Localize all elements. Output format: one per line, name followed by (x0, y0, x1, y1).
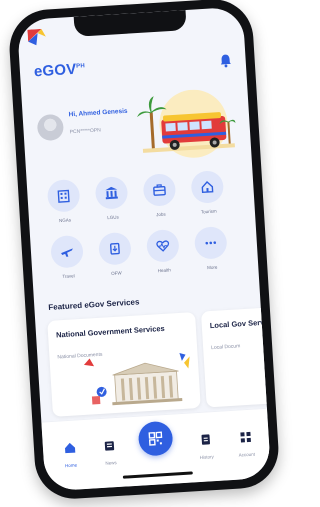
tab-news[interactable]: News (93, 437, 129, 466)
service-ngas[interactable]: NGAs (41, 178, 88, 224)
app-header: eGOVPH (33, 51, 232, 83)
city-hall-icon (94, 175, 129, 210)
home-icon (65, 442, 76, 454)
more-icon (193, 225, 228, 260)
service-label: Tourism (200, 208, 217, 215)
service-label: Jobs (156, 211, 166, 218)
tab-account[interactable]: Account (228, 429, 264, 458)
user-id-text: PCN*****OPN (69, 127, 101, 136)
building-icon (46, 178, 81, 213)
phone-frame: eGOVPH Hi, Ahmed Genesis PCN*****OPN NGA… (7, 0, 281, 501)
card-local-services[interactable]: Local Gov Services Local Docum (200, 306, 272, 408)
app-screen: eGOVPH Hi, Ahmed Genesis PCN*****OPN NGA… (16, 6, 272, 492)
service-label: NGAs (58, 217, 72, 224)
service-lgus[interactable]: LGUs (89, 175, 136, 222)
egov-logo: eGOVPH (33, 60, 86, 81)
service-label: Health (157, 267, 171, 274)
history-icon (201, 434, 210, 445)
card-subtitle: Local Docum (210, 343, 241, 352)
grid-icon (240, 431, 251, 443)
plane-icon (50, 234, 84, 269)
service-jobs[interactable]: Jobs (136, 173, 183, 219)
greeting-text: Hi, Ahmed Genesis (68, 107, 128, 119)
profile-section: Hi, Ahmed Genesis PCN*****OPN (36, 87, 239, 179)
bottom-tab-bar: Home News History Account (41, 407, 272, 492)
government-building-illustration (83, 353, 190, 406)
tab-label: News (105, 460, 117, 466)
news-icon (104, 441, 115, 451)
service-label: LGUs (107, 214, 119, 221)
heart-pulse-icon (145, 228, 180, 263)
briefcase-icon (142, 173, 177, 207)
tab-label: Home (64, 462, 78, 469)
jeepney-illustration (136, 89, 236, 158)
qr-scan-icon (148, 431, 163, 446)
avatar[interactable] (36, 113, 65, 142)
tab-home[interactable]: Home (53, 440, 89, 469)
service-label: More (206, 264, 218, 271)
passport-icon (97, 231, 132, 266)
home-indicator (122, 471, 193, 479)
card-national-services[interactable]: National Government Services National Do… (47, 312, 201, 417)
service-ofw[interactable]: OFW (92, 231, 139, 277)
tab-history[interactable]: History (188, 432, 224, 461)
service-tourism[interactable]: Tourism (184, 170, 231, 216)
service-label: Travel (62, 273, 75, 280)
service-health[interactable]: Health (140, 228, 187, 275)
card-title: National Government Services (55, 323, 165, 340)
tab-label: History (199, 454, 214, 460)
featured-heading: Featured eGov Services (48, 297, 140, 312)
tab-label: Account (238, 451, 256, 458)
flag-decoration-icon (27, 28, 46, 46)
house-icon (190, 170, 225, 204)
bell-icon[interactable] (219, 53, 232, 68)
phone-notch (73, 10, 187, 37)
card-title: Local Gov Services (209, 316, 272, 331)
service-label: OFW (111, 270, 122, 277)
service-travel[interactable]: Travel (44, 234, 91, 280)
service-more[interactable]: More (188, 225, 235, 272)
qr-scan-button[interactable] (137, 420, 174, 457)
